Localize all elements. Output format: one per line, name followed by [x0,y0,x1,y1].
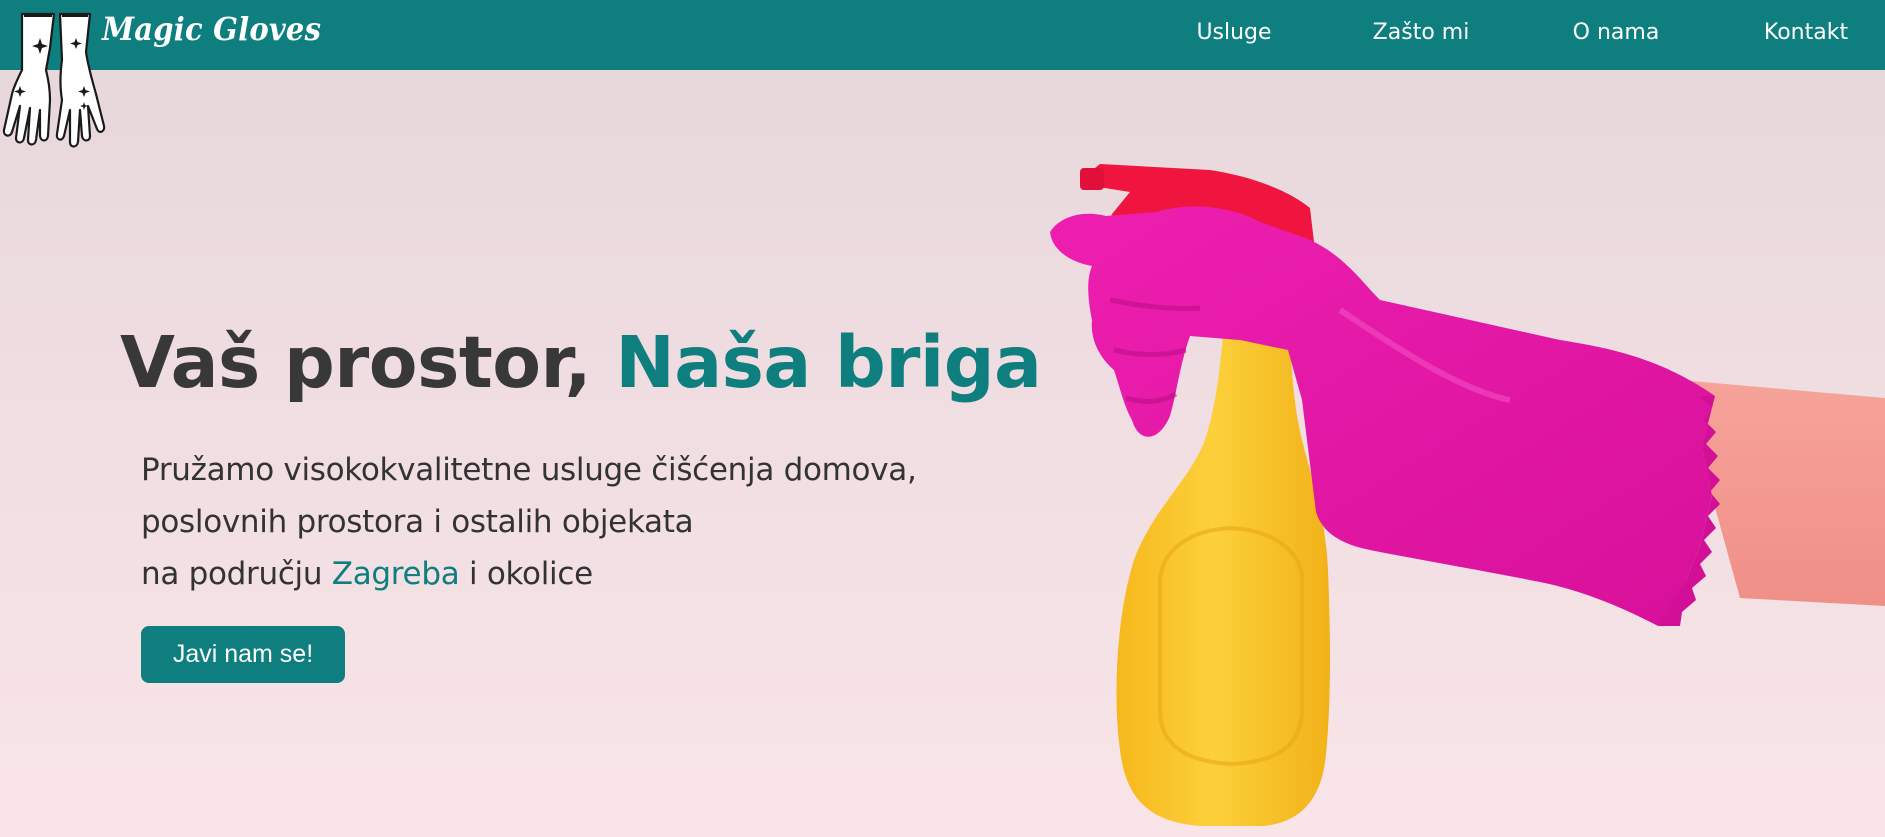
headline-plain: Vaš prostor, [120,321,616,404]
brand-name: Magic Gloves [102,10,322,48]
headline-accent: Naša briga [615,321,1042,404]
nav-link-kontakt[interactable]: Kontakt [1764,19,1848,47]
white-gloves-icon [2,12,106,148]
contact-cta-button[interactable]: Javi nam se! [141,626,345,683]
nav-link-zasto-mi[interactable]: Zašto mi [1373,19,1470,47]
hero-subtitle: Pružamo visokokvalitetne usluge čišćenja… [141,444,1041,600]
nav-link-usluge[interactable]: Usluge [1196,19,1271,47]
subtitle-line-3-start: na području [141,556,332,592]
hero-headline: Vaš prostor, Naša briga [120,318,1042,408]
subtitle-line-1: Pružamo visokokvalitetne usluge čišćenja… [141,452,917,488]
subtitle-city-highlight: Zagreba [331,556,460,592]
subtitle-line-3: na području Zagreba i okolice [141,548,1041,600]
site-header: Magic Gloves Usluge Zašto mi O nama Kont… [0,0,1885,148]
nav-link-o-nama[interactable]: O nama [1573,19,1660,47]
subtitle-line-2: poslovnih prostora i ostalih objekata [141,504,694,540]
subtitle-line-3-end: i okolice [459,556,593,592]
spray-bottle-glove-icon [1050,164,1885,826]
